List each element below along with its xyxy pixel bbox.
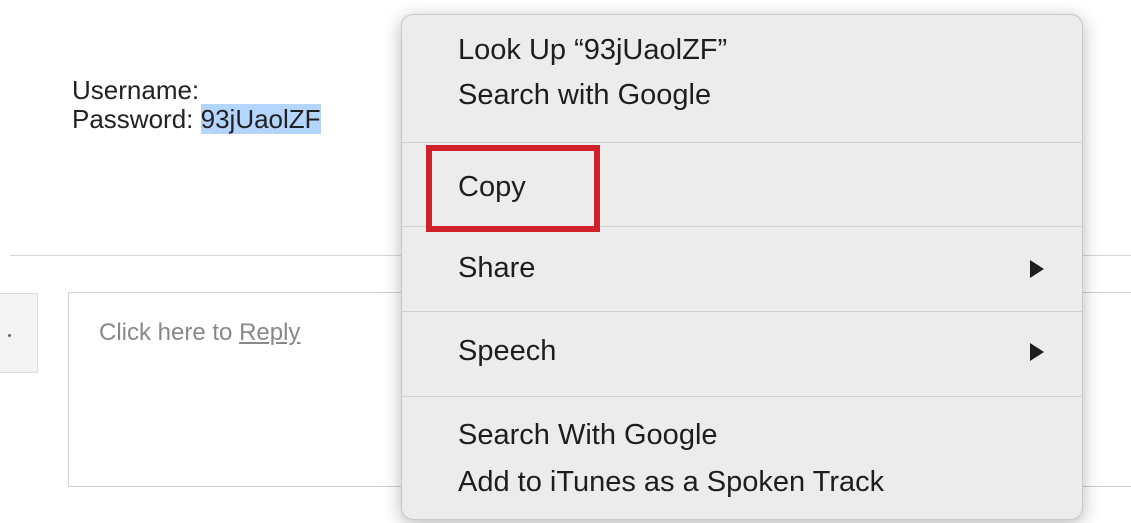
email-credentials: Username: Password: 93jUaolZF [72,76,321,134]
context-menu: Look Up “93jUaolZF” Search with Google C… [401,14,1083,520]
reply-link[interactable]: Reply [239,319,300,346]
menu-item-copy[interactable]: Copy [458,169,526,205]
username-row: Username: [72,76,321,105]
menu-separator [402,311,1082,312]
username-label: Username: [72,75,200,105]
dot-icon [8,334,11,337]
side-button[interactable] [0,293,38,373]
menu-item-speech[interactable]: Speech [458,333,556,369]
menu-item-share[interactable]: Share [458,250,535,286]
menu-item-search-with-google[interactable]: Search with Google [458,77,711,113]
menu-separator [402,142,1082,143]
menu-item-look-up[interactable]: Look Up “93jUaolZF” [458,32,727,68]
menu-separator [402,226,1082,227]
share-submenu-arrow-icon [1030,260,1044,278]
password-row: Password: 93jUaolZF [72,104,321,134]
password-value-selected[interactable]: 93jUaolZF [200,104,321,134]
speech-submenu-arrow-icon [1030,343,1044,361]
reply-prompt-text: Click here to [99,319,240,346]
menu-separator [402,396,1082,397]
menu-item-add-to-itunes[interactable]: Add to iTunes as a Spoken Track [458,464,884,500]
password-label: Password: [72,104,194,134]
menu-item-search-with-google-service[interactable]: Search With Google [458,417,718,453]
screen: Username: Password: 93jUaolZF Click here… [0,0,1131,523]
reply-prompt: Click here to Reply [99,319,300,347]
